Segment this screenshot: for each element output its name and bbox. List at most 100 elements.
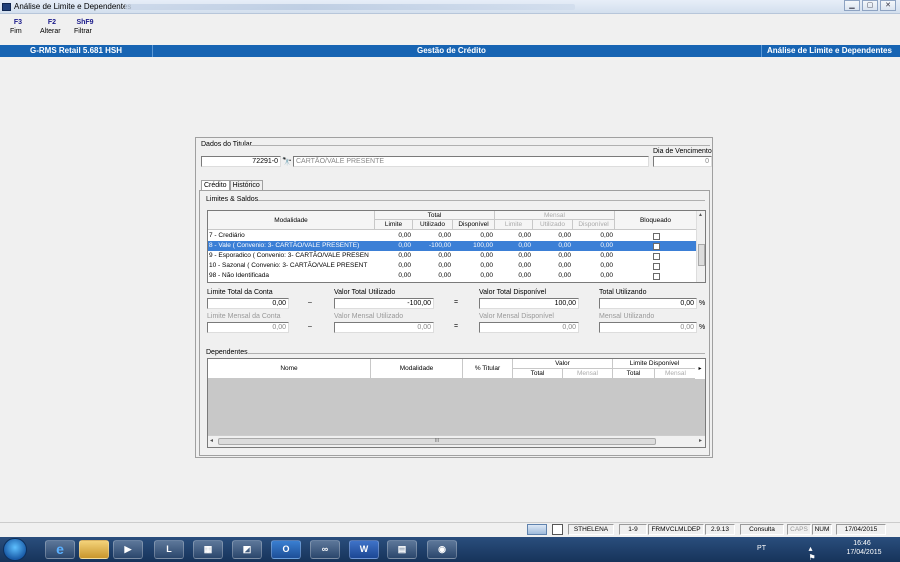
table-row[interactable]: 8 - Vale ( Convenio: 3- CARTÃO/VALE PRES…: [208, 241, 697, 251]
group-divider: [248, 353, 705, 354]
cell-m-lim: 0,00: [518, 252, 531, 259]
lync-icon[interactable]: L: [154, 540, 184, 559]
col-bloqueado: Bloqueado: [615, 211, 697, 230]
col-limite-total: Total: [613, 369, 655, 379]
communicator-icon[interactable]: ∞: [310, 540, 340, 559]
scroll-left-icon[interactable]: ◂: [210, 437, 213, 444]
network-app-icon[interactable]: ▦: [193, 540, 223, 559]
tray-icons[interactable]: ▴ ⚑ ▭ ◂): [808, 544, 816, 562]
cell-t-dis: 0,00: [480, 272, 493, 279]
cell-t-dis: 100,00: [473, 242, 493, 249]
group-divider: [258, 200, 705, 201]
cell-m-dis: 0,00: [600, 242, 613, 249]
limites-group-label: Limites & Saldos: [206, 196, 259, 203]
function-key-toolbar: F3 Fim F2 Alterar ShF9 Filtrar: [0, 16, 900, 44]
cell-m-lim: 0,00: [518, 232, 531, 239]
cell-m-lim: 0,00: [518, 272, 531, 279]
cell-modalidade: 98 - Não Identificada: [209, 272, 269, 279]
app-icon: [2, 3, 11, 11]
cell-m-uti: 0,00: [558, 252, 571, 259]
close-icon[interactable]: ✕: [880, 0, 896, 11]
col-limite-disponivel: Limite Disponível: [613, 359, 697, 369]
percent-sign: %: [699, 324, 706, 331]
col-nome: Nome: [208, 359, 371, 379]
cell-t-lim: 0,00: [398, 232, 411, 239]
grms-app-icon[interactable]: ▤: [387, 540, 417, 559]
credito-tab-pane: Limites & Saldos Modalidade Total Mensal…: [199, 190, 710, 456]
col-mensal-utilizado: Utilizado: [533, 220, 573, 230]
vencimento-field[interactable]: 0: [653, 156, 712, 167]
col-valor-total: Total: [513, 369, 563, 379]
scroll-up-icon[interactable]: ▲: [698, 212, 703, 218]
valor-utilizado-label: Valor Total Utilizado: [334, 289, 396, 296]
media-player-icon[interactable]: ▶: [113, 540, 143, 559]
cell-modalidade: 8 - Vale ( Convenio: 3- CARTÃO/VALE PRES…: [209, 242, 360, 249]
fim-button[interactable]: F3 Fim: [10, 19, 26, 35]
col-mensal: Mensal: [495, 211, 615, 220]
status-bar: STHELENA 1-9 FRMVCLMLDEP 2.9.13 Consulta…: [0, 522, 900, 536]
keyboard-icon: [527, 524, 547, 535]
band-divider: [152, 45, 153, 57]
limites-vertical-scrollbar[interactable]: ▲: [696, 211, 705, 282]
cell-m-uti: 0,00: [558, 242, 571, 249]
module-title: Gestão de Crédito: [417, 46, 486, 55]
scroll-thumb[interactable]: [698, 244, 705, 266]
h-scroll-thumb[interactable]: III: [218, 438, 656, 445]
clock-date[interactable]: 17/04/2015: [836, 549, 892, 556]
bloqueado-checkbox[interactable]: [653, 273, 660, 280]
clock-time[interactable]: 16:46: [838, 540, 886, 547]
table-row[interactable]: 10 - Sazonal ( Convenio: 3- CARTÃO/VALE …: [208, 261, 697, 271]
cell-t-lim: 0,00: [398, 252, 411, 259]
status-num: NUM: [812, 524, 832, 535]
table-row[interactable]: 9 - Esporadico ( Convenio: 3- CARTÃO/VAL…: [208, 251, 697, 261]
col-mensal-disponivel: Disponível: [573, 220, 615, 230]
maximize-icon[interactable]: ▢: [862, 0, 878, 11]
title-bar: Análise de Limite e Dependentes ▁ ▢ ✕: [0, 0, 900, 14]
limite-mensal-field: 0,00: [207, 322, 289, 333]
browser-icon[interactable]: ◉: [427, 540, 457, 559]
table-row[interactable]: 7 - Crediário 0,00 0,00 0,00 0,00 0,00 0,00: [208, 231, 697, 241]
minimize-icon[interactable]: ▁: [844, 0, 860, 11]
scroll-right-arrow-icon[interactable]: ▸: [699, 437, 702, 444]
language-indicator[interactable]: PT: [757, 545, 766, 552]
alterar-button[interactable]: F2 Alterar: [40, 19, 64, 35]
bloqueado-checkbox[interactable]: [653, 243, 660, 250]
window-title: Análise de Limite e Dependentes: [14, 2, 132, 11]
dependentes-horizontal-scrollbar[interactable]: ◂ III ▸: [208, 435, 705, 447]
internet-explorer-icon[interactable]: e: [45, 540, 75, 559]
valor-disponivel-field: 100,00: [479, 298, 579, 309]
word-icon[interactable]: W: [349, 540, 379, 559]
status-user: STHELENA: [568, 524, 614, 535]
col-total-disponivel: Disponível: [453, 220, 495, 230]
cell-m-uti: 0,00: [558, 272, 571, 279]
key-f2: F2: [47, 19, 57, 26]
cell-t-uti: -100,00: [428, 242, 451, 249]
titular-code-field[interactable]: 72291-0: [201, 156, 281, 167]
total-utilizando-field: 0,00: [599, 298, 697, 309]
mensal-disponivel-label: Valor Mensal Disponível: [479, 313, 554, 320]
cell-t-uti: 0,00: [438, 272, 451, 279]
vencimento-label: Dia de Vencimento: [653, 148, 712, 155]
bloqueado-checkbox[interactable]: [653, 253, 660, 260]
start-button[interactable]: [3, 538, 27, 561]
limites-rows: 7 - Crediário 0,00 0,00 0,00 0,00 0,00 0,00 8 -…: [208, 231, 697, 282]
limite-total-label: Limite Total da Conta: [207, 289, 273, 296]
cell-m-uti: 0,00: [558, 262, 571, 269]
key-shf9: ShF9: [76, 19, 94, 26]
col-modalidade: Modalidade: [208, 211, 375, 230]
limite-total-field: 0,00: [207, 298, 289, 309]
binoculars-search-icon[interactable]: 🔭: [282, 156, 292, 167]
minus-sign: –: [308, 323, 312, 330]
table-row[interactable]: 98 - Não Identificada 0,00 0,00 0,00 0,00 0,0…: [208, 271, 697, 281]
tab-credito[interactable]: Crédito: [201, 180, 230, 190]
scroll-right-icon[interactable]: ▸: [695, 359, 705, 379]
tab-historico[interactable]: Histórico: [229, 180, 263, 190]
bloqueado-checkbox[interactable]: [653, 263, 660, 270]
filtrar-button[interactable]: ShF9 Filtrar: [74, 19, 96, 35]
outlook-icon[interactable]: O: [271, 540, 301, 559]
remote-desktop-icon[interactable]: ◩: [232, 540, 262, 559]
file-explorer-icon[interactable]: [79, 540, 109, 559]
cell-t-dis: 0,00: [480, 262, 493, 269]
cell-t-uti: 0,00: [438, 252, 451, 259]
bloqueado-checkbox[interactable]: [653, 233, 660, 240]
